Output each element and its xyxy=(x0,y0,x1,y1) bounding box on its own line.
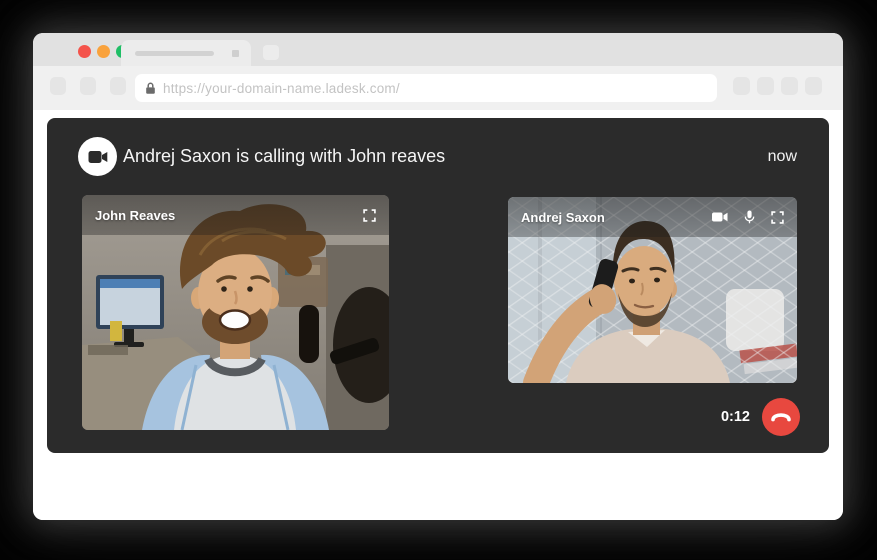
browser-tab-bar xyxy=(33,33,843,66)
video-tile-john-reaves: John Reaves xyxy=(82,195,389,430)
back-button[interactable] xyxy=(50,77,66,95)
close-window-button[interactable] xyxy=(78,45,91,58)
hangup-button[interactable] xyxy=(762,398,800,436)
video-tile-andrej-saxon: Andrej Saxon xyxy=(508,197,797,383)
call-time-label: now xyxy=(768,137,797,176)
forward-button[interactable] xyxy=(80,77,96,95)
microphone-icon[interactable] xyxy=(744,210,755,224)
video-call-panel: Andrej Saxon is calling with John reaves… xyxy=(47,118,829,453)
toolbar-placeholder-button-1[interactable] xyxy=(733,77,750,95)
url-text: https://your-domain-name.ladesk.com/ xyxy=(163,81,400,96)
lock-icon xyxy=(145,82,156,95)
reload-button[interactable] xyxy=(110,77,126,95)
page-content: Andrej Saxon is calling with John reaves… xyxy=(33,110,843,520)
tab-title-placeholder xyxy=(135,51,214,56)
camera-toggle-icon[interactable] xyxy=(712,212,728,222)
toolbar-placeholder-button-2[interactable] xyxy=(757,77,774,95)
browser-window: https://your-domain-name.ladesk.com/ And… xyxy=(33,33,843,520)
video-overlay-bar: Andrej Saxon xyxy=(508,197,797,237)
toolbar-placeholder-button-4[interactable] xyxy=(805,77,822,95)
video-participant-name: Andrej Saxon xyxy=(521,210,605,225)
tab-close-icon[interactable] xyxy=(232,50,239,57)
new-tab-button[interactable] xyxy=(263,45,279,60)
browser-tab[interactable] xyxy=(121,40,251,66)
video-camera-icon xyxy=(88,150,108,164)
video-participant-name: John Reaves xyxy=(95,208,175,223)
fullscreen-icon[interactable] xyxy=(363,209,376,222)
fullscreen-icon[interactable] xyxy=(771,211,784,224)
call-timer: 0:12 xyxy=(721,409,750,425)
minimize-window-button[interactable] xyxy=(97,45,110,58)
address-bar[interactable]: https://your-domain-name.ladesk.com/ xyxy=(135,74,717,102)
browser-toolbar: https://your-domain-name.ladesk.com/ xyxy=(33,66,843,110)
video-overlay-bar: John Reaves xyxy=(82,195,389,235)
video-call-icon xyxy=(78,137,117,176)
toolbar-placeholder-button-3[interactable] xyxy=(781,77,798,95)
call-title: Andrej Saxon is calling with John reaves xyxy=(123,137,445,176)
call-footer: 0:12 xyxy=(721,398,800,436)
hangup-phone-icon xyxy=(770,412,792,422)
